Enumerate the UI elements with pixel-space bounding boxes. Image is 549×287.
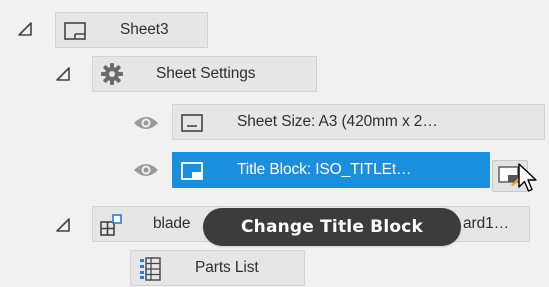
tooltip: Change Title Block	[203, 208, 461, 246]
parts-list-icon	[138, 256, 162, 282]
eye-icon[interactable]	[131, 108, 161, 138]
tree-node-label: Sheet3	[120, 21, 169, 38]
tree-node-label: Parts List	[195, 259, 259, 276]
tree-node-label-end: ard1…	[463, 215, 510, 232]
mouse-pointer-icon	[518, 163, 540, 200]
title-block-icon	[180, 160, 204, 182]
tree-node-label: Title Block: ISO_TITLEt…	[237, 161, 412, 178]
tree-node-sheet-size[interactable]: Sheet Size: A3 (420mm x 2…	[172, 104, 545, 140]
collapse-triangle-icon[interactable]	[13, 17, 37, 41]
tree-node-label: Sheet Size: A3 (420mm x 2…	[237, 113, 438, 130]
tooltip-text: Change Title Block	[240, 217, 424, 237]
tree-node-label: Sheet Settings	[156, 65, 256, 82]
tree-node-sheet3[interactable]: Sheet3	[55, 12, 208, 48]
sheet-icon	[63, 20, 87, 42]
tree-node-label-start: blade	[153, 215, 191, 232]
collapse-triangle-icon[interactable]	[51, 213, 75, 237]
gear-icon	[99, 61, 125, 87]
tree-node-parts-list[interactable]: Parts List	[130, 250, 305, 286]
collapse-triangle-icon[interactable]	[51, 62, 75, 86]
eye-icon[interactable]	[131, 155, 161, 185]
sheet-icon	[180, 112, 204, 134]
view-tree-icon	[98, 212, 124, 238]
browser-tree: Sheet3 Sheet Settings Sheet Size: A3 (42…	[0, 0, 549, 287]
tree-node-title-block[interactable]: Title Block: ISO_TITLEt…	[172, 152, 490, 188]
tree-node-sheet-settings[interactable]: Sheet Settings	[92, 56, 317, 92]
